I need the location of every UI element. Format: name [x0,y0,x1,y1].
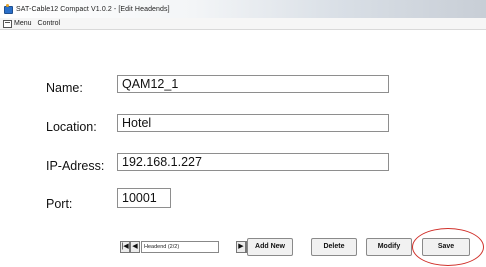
save-button[interactable]: Save [422,238,470,256]
port-field[interactable] [117,188,171,208]
name-label: Name: [46,81,83,95]
record-position: Headend (2/2) [141,240,219,253]
menu-bar: Menu Control [0,18,486,30]
next-record-button[interactable]: ▶ [236,240,246,253]
location-field[interactable] [117,114,389,132]
menu-item-control[interactable]: Control [38,20,61,27]
location-label: Location: [46,120,97,134]
edit-headends-form [0,31,486,267]
app-window: SAT-Cable12 Compact V1.0.2 - [Edit Heade… [0,0,486,267]
port-label: Port: [46,197,73,211]
previous-record-button[interactable]: ◀ [130,240,140,253]
ip-address-field[interactable] [117,153,389,171]
document-icon [3,19,12,28]
app-icon [3,4,13,14]
name-field[interactable] [117,75,389,93]
menu-item-menu[interactable]: Menu [14,20,32,27]
first-record-button[interactable]: |◀ [120,240,130,253]
title-bar[interactable]: SAT-Cable12 Compact V1.0.2 - [Edit Heade… [0,0,486,18]
modify-button[interactable]: Modify [366,238,412,256]
window-title: SAT-Cable12 Compact V1.0.2 - [Edit Heade… [16,5,170,13]
ip-address-label: IP-Adress: [46,159,105,173]
add-new-button[interactable]: Add New [247,238,293,256]
record-navigator: |◀ ◀ Headend (2/2) ▶ ▶| [120,240,256,253]
delete-button[interactable]: Delete [311,238,357,256]
